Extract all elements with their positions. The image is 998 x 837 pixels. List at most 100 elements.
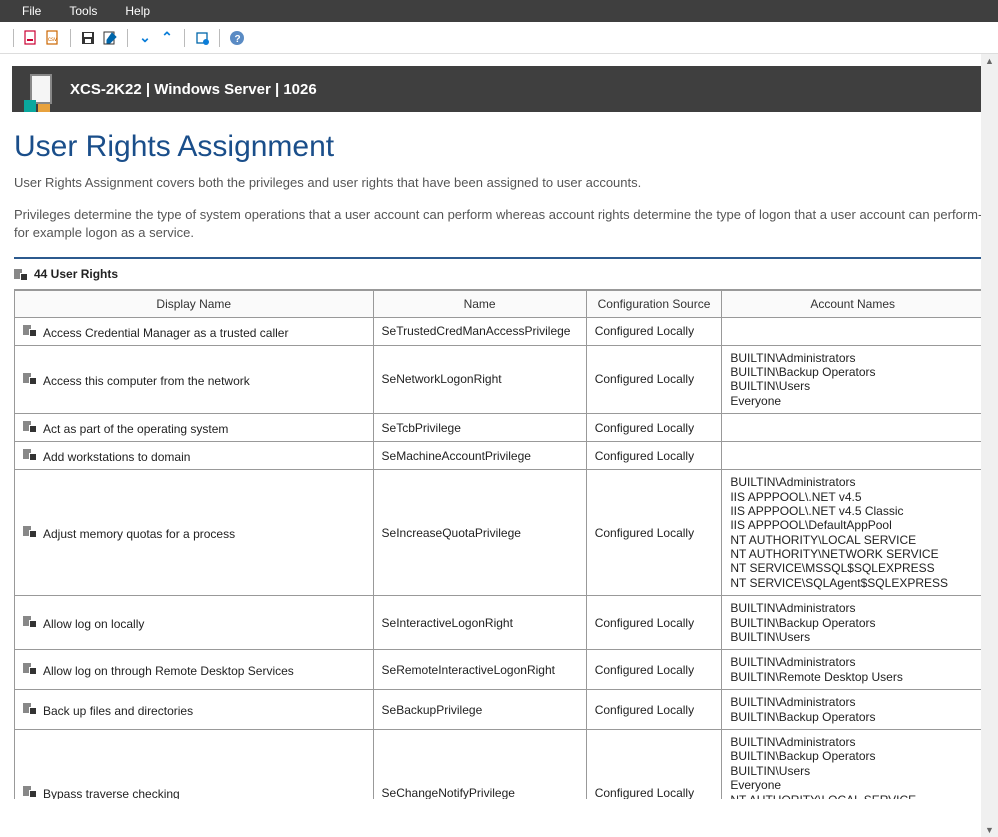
vertical-scrollbar[interactable]: ▲ ▼ (981, 54, 998, 837)
display-text: Add workstations to domain (43, 450, 190, 464)
grid-scroll[interactable]: Display Name Name Configuration Source A… (14, 289, 984, 799)
right-row-icon (23, 701, 37, 715)
account-name: IIS APPPOOL\DefaultAppPool (730, 518, 975, 532)
table-row[interactable]: Allow log on through Remote Desktop Serv… (15, 650, 984, 690)
document-title: XCS-2K22 | Windows Server | 1026 (70, 81, 317, 98)
right-row-icon (23, 614, 37, 628)
account-name: BUILTIN\Administrators (730, 475, 975, 489)
cell-name: SeBackupPrivilege (373, 690, 586, 730)
menu-tools[interactable]: Tools (55, 4, 111, 18)
cell-source: Configured Locally (586, 690, 722, 730)
cell-name: SeMachineAccountPrivilege (373, 442, 586, 470)
display-text: Adjust memory quotas for a process (43, 527, 235, 541)
cell-source: Configured Locally (586, 442, 722, 470)
display-text: Access this computer from the network (43, 374, 250, 388)
menubar: File Tools Help (0, 0, 998, 22)
display-text: Bypass traverse checking (43, 787, 180, 799)
cell-source: Configured Locally (586, 414, 722, 442)
cell-display: Access Credential Manager as a trusted c… (15, 317, 374, 345)
cell-source: Configured Locally (586, 650, 722, 690)
table-row[interactable]: Act as part of the operating system SeTcb… (15, 414, 984, 442)
right-row-icon (23, 784, 37, 798)
cell-display: Access this computer from the network (15, 345, 374, 414)
account-name: BUILTIN\Administrators (730, 655, 975, 669)
display-text: Access Credential Manager as a trusted c… (43, 326, 288, 340)
col-display[interactable]: Display Name (15, 290, 374, 317)
table-row[interactable]: Bypass traverse checking SeChangeNotifyPr… (15, 729, 984, 798)
right-row-icon (23, 419, 37, 433)
cell-name: SeIncreaseQuotaPrivilege (373, 470, 586, 596)
cell-display: Allow log on locally (15, 596, 374, 650)
export-pdf-icon[interactable] (21, 28, 41, 48)
toolbar: csv ⌄ ⌃ ? (0, 22, 998, 54)
account-name: Everyone (730, 394, 975, 408)
export-csv-icon[interactable]: csv (43, 28, 63, 48)
right-row-icon (23, 661, 37, 675)
scroll-up-icon[interactable]: ▲ (983, 54, 996, 68)
cell-name: SeInteractiveLogonRight (373, 596, 586, 650)
col-source[interactable]: Configuration Source (586, 290, 722, 317)
account-name: Everyone (730, 778, 975, 792)
svg-text:csv: csv (48, 37, 57, 43)
cell-accounts (722, 442, 984, 470)
edit-icon[interactable] (100, 28, 120, 48)
refresh-icon[interactable] (192, 28, 212, 48)
right-row-icon (23, 371, 37, 385)
page-desc-1: User Rights Assignment covers both the p… (14, 174, 984, 192)
col-accounts[interactable]: Account Names (722, 290, 984, 317)
cell-name: SeNetworkLogonRight (373, 345, 586, 414)
cell-source: Configured Locally (586, 729, 722, 798)
save-icon[interactable] (78, 28, 98, 48)
cell-display: Allow log on through Remote Desktop Serv… (15, 650, 374, 690)
cell-display: Bypass traverse checking (15, 729, 374, 798)
account-name: BUILTIN\Administrators (730, 601, 975, 615)
help-icon[interactable]: ? (227, 28, 247, 48)
account-name: BUILTIN\Users (730, 630, 975, 644)
collapse-up-icon[interactable]: ⌃ (157, 28, 177, 48)
account-name: BUILTIN\Administrators (730, 351, 975, 365)
cell-name: SeTcbPrivilege (373, 414, 586, 442)
cell-accounts: BUILTIN\AdministratorsBUILTIN\Backup Ope… (722, 729, 984, 798)
right-row-icon (23, 447, 37, 461)
document-header: XCS-2K22 | Windows Server | 1026 (12, 66, 986, 112)
svg-text:?: ? (235, 34, 241, 45)
account-name: BUILTIN\Backup Operators (730, 616, 975, 630)
table-row[interactable]: Access Credential Manager as a trusted c… (15, 317, 984, 345)
display-text: Back up files and directories (43, 704, 193, 718)
table-row[interactable]: Adjust memory quotas for a process SeIncr… (15, 470, 984, 596)
cell-display: Add workstations to domain (15, 442, 374, 470)
table-row[interactable]: Back up files and directories SeBackupPri… (15, 690, 984, 730)
menu-file[interactable]: File (8, 4, 55, 18)
account-name: BUILTIN\Users (730, 379, 975, 393)
account-name: BUILTIN\Backup Operators (730, 749, 975, 763)
expand-down-icon[interactable]: ⌄ (135, 28, 155, 48)
right-row-icon (23, 323, 37, 337)
account-name: BUILTIN\Backup Operators (730, 365, 975, 379)
cell-accounts: BUILTIN\AdministratorsBUILTIN\Remote Des… (722, 650, 984, 690)
cell-accounts: BUILTIN\AdministratorsIIS APPPOOL\.NET v… (722, 470, 984, 596)
account-name: BUILTIN\Administrators (730, 695, 975, 709)
page-desc-2: Privileges determine the type of system … (14, 206, 984, 242)
table-row[interactable]: Add workstations to domain SeMachineAccou… (15, 442, 984, 470)
menu-help[interactable]: Help (111, 4, 164, 18)
account-name: BUILTIN\Remote Desktop Users (730, 670, 975, 684)
table-row[interactable]: Allow log on locallySeInteractiveLogonRi… (15, 596, 984, 650)
display-text: Allow log on through Remote Desktop Serv… (43, 664, 294, 678)
page-title: User Rights Assignment (14, 130, 984, 164)
cell-source: Configured Locally (586, 596, 722, 650)
account-name: NT SERVICE\MSSQL$SQLEXPRESS (730, 561, 975, 575)
section-header: 44 User Rights (14, 257, 984, 289)
section-count: 44 User Rights (34, 267, 118, 281)
table-row[interactable]: Access this computer from the network SeN… (15, 345, 984, 414)
scroll-down-icon[interactable]: ▼ (983, 823, 996, 837)
cell-accounts: BUILTIN\AdministratorsBUILTIN\Backup Ope… (722, 690, 984, 730)
cell-name: SeChangeNotifyPrivilege (373, 729, 586, 798)
server-icon (16, 66, 60, 112)
display-text: Act as part of the operating system (43, 422, 228, 436)
cell-display: Back up files and directories (15, 690, 374, 730)
cell-accounts: BUILTIN\AdministratorsBUILTIN\Backup Ope… (722, 345, 984, 414)
account-name: NT SERVICE\SQLAgent$SQLEXPRESS (730, 576, 975, 590)
content-area: XCS-2K22 | Windows Server | 1026 User Ri… (0, 54, 998, 837)
col-name[interactable]: Name (373, 290, 586, 317)
account-name: NT AUTHORITY\NETWORK SERVICE (730, 547, 975, 561)
